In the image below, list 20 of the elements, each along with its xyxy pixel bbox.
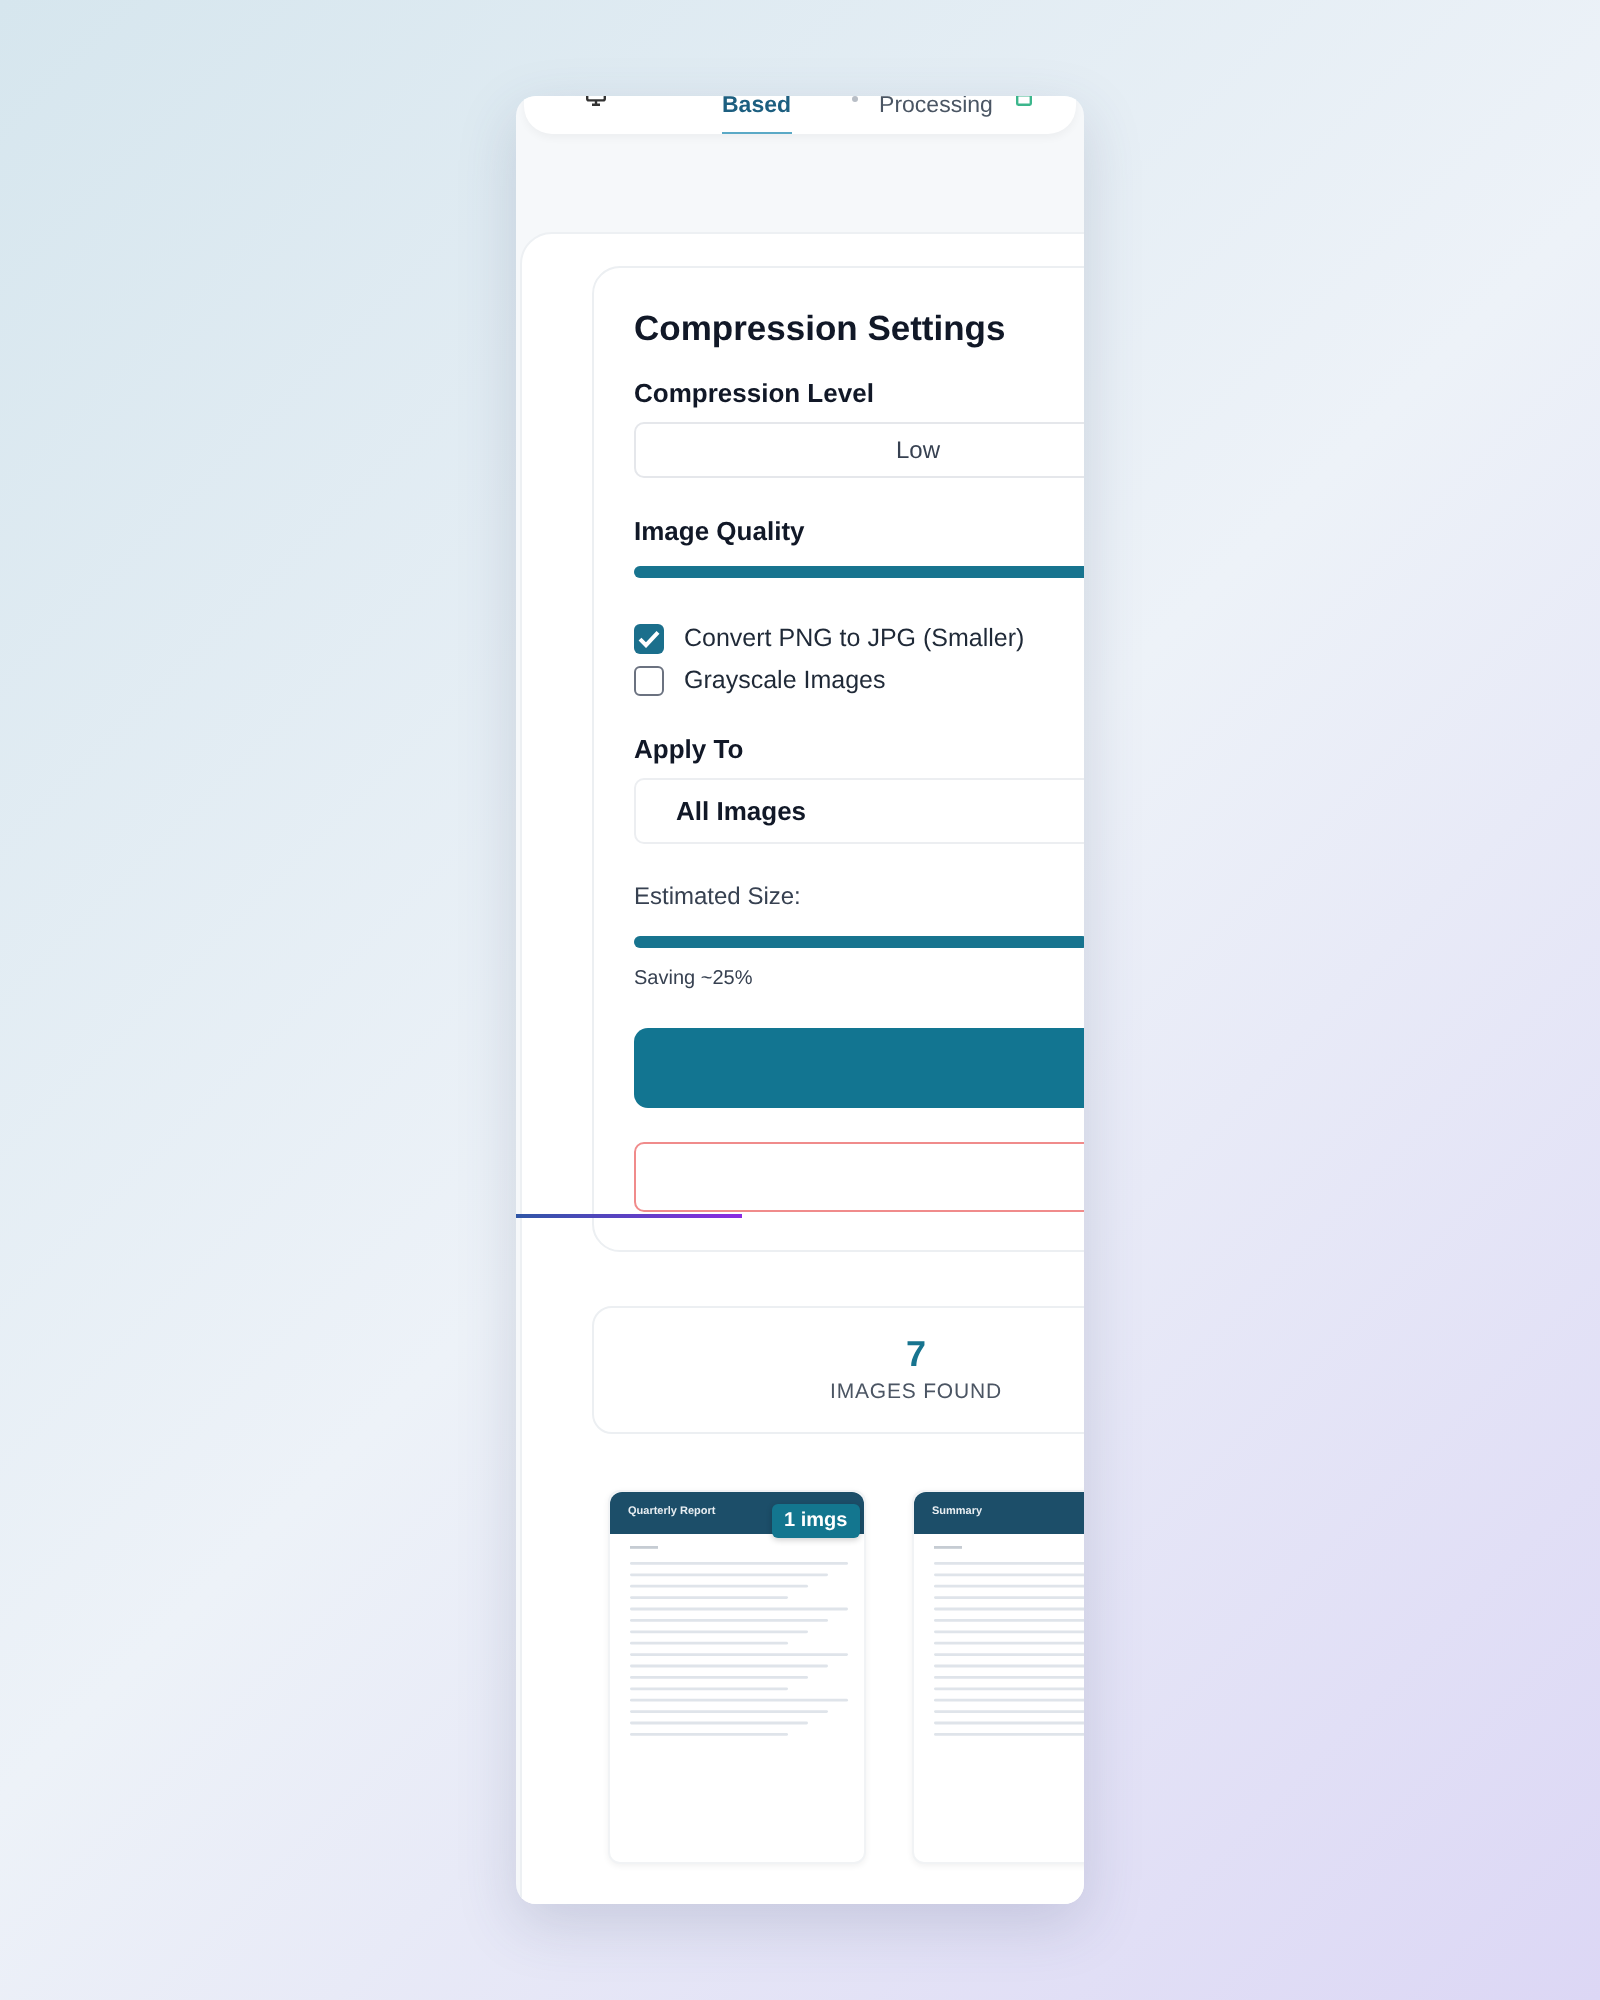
tab[interactable]: Processing <box>879 96 993 134</box>
select-field[interactable]: All Images <box>634 778 1084 844</box>
checkmark-icon <box>638 630 660 648</box>
tab[interactable]: Based <box>722 96 792 134</box>
checkbox[interactable] <box>634 666 664 696</box>
outline-button[interactable] <box>634 1142 1084 1212</box>
checkbox-label: Convert PNG to JPG (Smaller) <box>684 622 1025 657</box>
field-label: Apply To <box>634 734 746 766</box>
select-field[interactable]: Low <box>634 422 1084 478</box>
image-count-badge: 1 imgs <box>772 1504 860 1538</box>
checkbox[interactable] <box>634 624 664 654</box>
stats-label: IMAGES FOUND <box>830 1378 1002 1406</box>
field-label: Compression Level <box>634 378 876 410</box>
saving-text: Saving ~25% <box>634 966 755 994</box>
checkbox-label: Grayscale Images <box>684 664 886 699</box>
field-label: Image Quality <box>634 516 807 548</box>
quality-slider[interactable] <box>634 566 1084 578</box>
card-title: Compression Settings <box>634 306 1008 352</box>
estimate-label: Estimated Size: <box>634 880 803 912</box>
image-count: 7 <box>905 1334 926 1374</box>
